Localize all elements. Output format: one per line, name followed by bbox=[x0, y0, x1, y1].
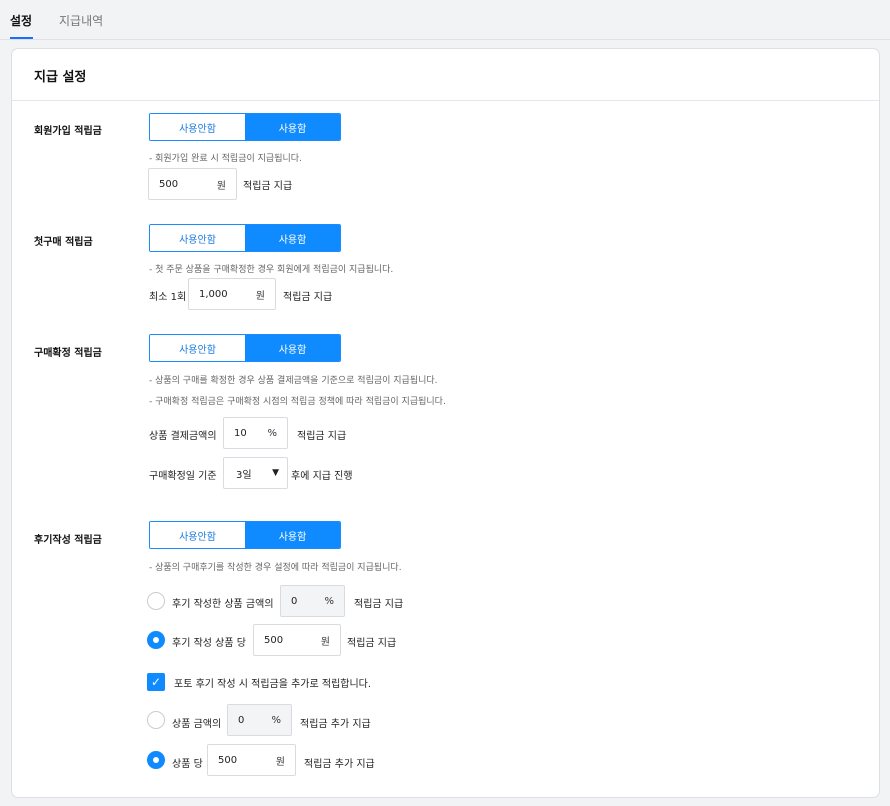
review-amount-unit: 원 bbox=[320, 636, 330, 648]
purchase-confirm-rate-value: 10 bbox=[234, 427, 247, 439]
photo-amount-unit: 원 bbox=[275, 756, 285, 768]
first-purchase-amount-unit: 원 bbox=[255, 290, 265, 302]
tab-payment-history[interactable]: 지급내역 bbox=[59, 12, 103, 29]
purchase-confirm-rate-input[interactable]: 10 % bbox=[223, 417, 288, 449]
purchase-confirm-day-prefix: 구매확정일 기준 bbox=[149, 471, 217, 482]
review-rate-unit: % bbox=[324, 595, 334, 607]
payment-settings-card: 지급 설정 회원가입 적립금 사용안함 사용함 - 회원가입 완료 시 적립금이… bbox=[11, 48, 880, 798]
purchase-confirm-note-1: - 상품의 구매를 확정한 경우 상품 결제금액을 기준으로 적립금이 지급됩니… bbox=[149, 376, 438, 386]
review-note: - 상품의 구매후기를 작성한 경우 설정에 따라 적립금이 지급됩니다. bbox=[149, 563, 402, 573]
review-rate-radio[interactable] bbox=[147, 592, 165, 610]
purchase-confirm-rate-unit: % bbox=[267, 427, 277, 439]
signup-reward-toggle: 사용안함 사용함 bbox=[149, 113, 341, 141]
review-amount-suffix: 적립금 지급 bbox=[347, 638, 397, 649]
signup-amount-unit: 원 bbox=[216, 180, 226, 192]
purchase-confirm-rate-suffix: 적립금 지급 bbox=[297, 431, 347, 442]
review-reward-toggle: 사용안함 사용함 bbox=[149, 521, 341, 549]
review-rate-input[interactable]: 0 % bbox=[280, 585, 345, 617]
signup-disable-button[interactable]: 사용안함 bbox=[150, 114, 245, 140]
check-icon: ✓ bbox=[150, 675, 162, 689]
photo-rate-label: 상품 금액의 bbox=[172, 719, 222, 730]
review-amount-label: 후기 작성 상품 당 bbox=[172, 638, 246, 649]
first-purchase-amount-input[interactable]: 1,000 원 bbox=[188, 278, 276, 310]
purchase-confirm-disable-button[interactable]: 사용안함 bbox=[150, 335, 245, 361]
photo-amount-radio[interactable] bbox=[147, 751, 165, 769]
review-rate-label: 후기 작성한 상품 금액의 bbox=[172, 599, 274, 610]
review-amount-radio[interactable] bbox=[147, 631, 165, 649]
review-rate-value: 0 bbox=[291, 595, 298, 607]
review-enable-button[interactable]: 사용함 bbox=[245, 522, 340, 548]
review-disable-button[interactable]: 사용안함 bbox=[150, 522, 245, 548]
purchase-confirm-reward-toggle: 사용안함 사용함 bbox=[149, 334, 341, 362]
review-rate-suffix: 적립금 지급 bbox=[354, 599, 404, 610]
first-purchase-reward-toggle: 사용안함 사용함 bbox=[149, 224, 341, 252]
photo-review-checkbox-label: 포토 후기 작성 시 적립금을 추가로 적립합니다. bbox=[174, 679, 372, 690]
purchase-confirm-day-value: 3일 bbox=[236, 469, 252, 481]
signup-amount-input[interactable]: 500 원 bbox=[148, 168, 237, 200]
photo-amount-value: 500 bbox=[218, 754, 238, 766]
photo-rate-input[interactable]: 0 % bbox=[227, 704, 292, 736]
photo-review-checkbox[interactable]: ✓ bbox=[147, 673, 165, 691]
active-tab-indicator bbox=[10, 37, 33, 39]
purchase-confirm-rate-prefix: 상품 결제금액의 bbox=[149, 431, 217, 442]
photo-amount-label: 상품 당 bbox=[172, 759, 203, 770]
signup-note: - 회원가입 완료 시 적립금이 지급됩니다. bbox=[149, 154, 302, 164]
photo-amount-suffix: 적립금 추가 지급 bbox=[304, 759, 375, 770]
review-reward-label: 후기작성 적립금 bbox=[34, 535, 102, 546]
photo-rate-suffix: 적립금 추가 지급 bbox=[300, 719, 371, 730]
first-purchase-enable-button[interactable]: 사용함 bbox=[245, 225, 340, 251]
purchase-confirm-reward-label: 구매확정 적립금 bbox=[34, 348, 102, 359]
first-purchase-disable-button[interactable]: 사용안함 bbox=[150, 225, 245, 251]
first-purchase-note: - 첫 주문 상품을 구매확정한 경우 회원에게 적립금이 지급됩니다. bbox=[149, 265, 394, 275]
first-purchase-prefix: 최소 1회 bbox=[149, 292, 187, 303]
photo-amount-input[interactable]: 500 원 bbox=[207, 744, 296, 776]
review-amount-value: 500 bbox=[264, 634, 284, 646]
purchase-confirm-enable-button[interactable]: 사용함 bbox=[245, 335, 340, 361]
chevron-down-icon: ▼ bbox=[272, 468, 279, 478]
signup-suffix: 적립금 지급 bbox=[243, 181, 293, 192]
purchase-confirm-day-suffix: 후에 지급 진행 bbox=[291, 471, 353, 482]
tab-settings[interactable]: 설정 bbox=[10, 12, 32, 29]
card-title: 지급 설정 bbox=[12, 49, 879, 101]
signup-amount-value: 500 bbox=[159, 178, 179, 190]
first-purchase-suffix: 적립금 지급 bbox=[283, 292, 333, 303]
tab-bar: 설정 지급내역 bbox=[0, 0, 890, 40]
signup-reward-label: 회원가입 적립금 bbox=[34, 126, 102, 137]
photo-rate-unit: % bbox=[271, 714, 281, 726]
purchase-confirm-day-select[interactable]: 3일 ▼ bbox=[223, 457, 288, 489]
photo-rate-value: 0 bbox=[238, 714, 245, 726]
first-purchase-amount-value: 1,000 bbox=[199, 288, 228, 300]
review-amount-input[interactable]: 500 원 bbox=[253, 624, 341, 656]
purchase-confirm-note-2: - 구매확정 적립금은 구매확정 시점의 적립금 정책에 따라 적립금이 지급됩… bbox=[149, 397, 446, 407]
first-purchase-reward-label: 첫구매 적립금 bbox=[34, 237, 93, 248]
signup-enable-button[interactable]: 사용함 bbox=[245, 114, 340, 140]
photo-rate-radio[interactable] bbox=[147, 711, 165, 729]
